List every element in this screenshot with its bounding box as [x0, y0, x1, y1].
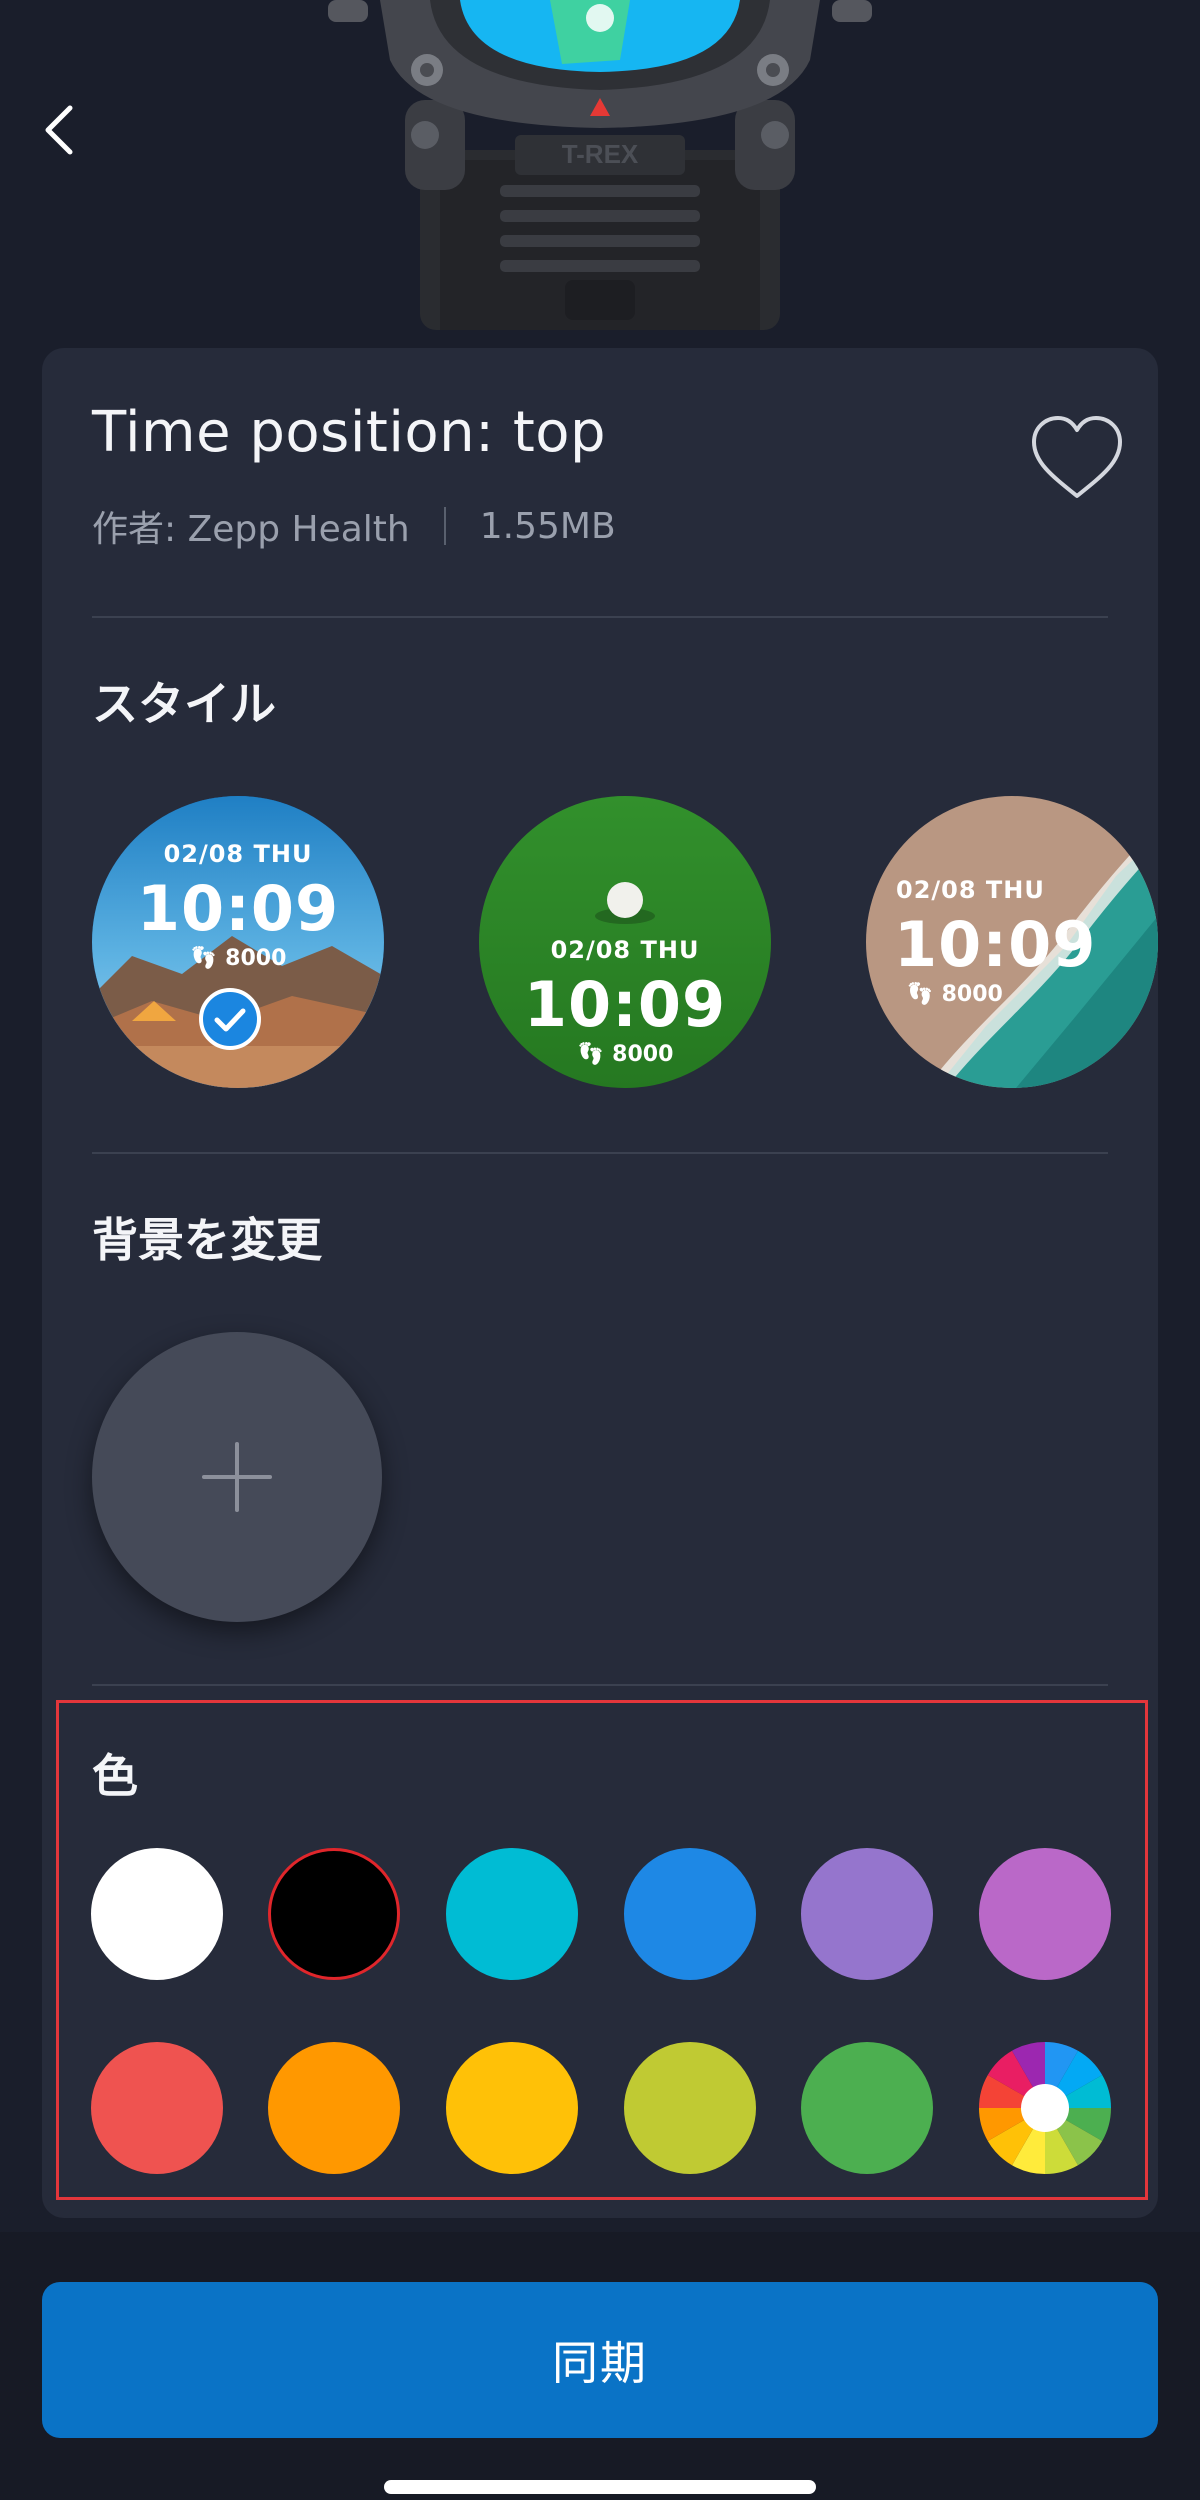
custom-color-button[interactable] [978, 2042, 1111, 2174]
color-wheel-icon [978, 2042, 1111, 2174]
color-swatch-white[interactable] [91, 1848, 223, 1980]
watch-brand-text: T-REX [562, 139, 639, 169]
check-icon [214, 1008, 246, 1032]
watchface-title: Time position: top [92, 400, 607, 465]
style-date: 02/08 THU [550, 936, 700, 964]
color-swatch-lime[interactable] [624, 2042, 756, 2174]
home-indicator [384, 2480, 816, 2494]
color-swatch-blue[interactable] [624, 1848, 756, 1980]
style-time: 10:09 [523, 968, 727, 1041]
sync-button[interactable]: 同期 [42, 2282, 1158, 2438]
divider [92, 1152, 1108, 1154]
heart-outline-icon [1032, 416, 1122, 498]
style-date: 02/08 THU [163, 840, 313, 868]
color-swatch-lavender[interactable] [801, 1848, 933, 1980]
color-swatch-yellow[interactable] [446, 2042, 578, 2174]
style-steps: 👣︎ 8000 [576, 1042, 674, 1067]
watchface-card: Time position: top 作者: Zepp Health 1.55M… [42, 348, 1158, 2218]
style-time: 10:09 [894, 908, 1097, 981]
file-size-label: 1.55MB [479, 505, 616, 547]
plus-icon [202, 1442, 272, 1512]
style-time: 10:09 [136, 872, 340, 945]
style-section-title: スタイル [92, 677, 276, 731]
color-swatch-orange[interactable] [268, 2042, 400, 2174]
watchface-detail-screen: T-REX Time position: top 作者: Zepp Health… [0, 0, 1200, 2500]
watch-image: T-REX [328, 0, 872, 330]
add-background-button[interactable] [92, 1332, 382, 1622]
author-label: 作者: Zepp Health [92, 509, 410, 550]
selected-check-badge [199, 988, 261, 1050]
color-swatch-purple[interactable] [979, 1848, 1111, 1980]
style-option-beach[interactable]: 02/08 THU 10:09 👣︎ 8000 [866, 796, 1158, 1088]
meta-separator [443, 507, 446, 545]
style-steps: 👣︎ 8000 [189, 946, 287, 971]
divider [92, 616, 1108, 618]
color-swatch-red[interactable] [91, 2042, 223, 2174]
style-steps: 👣︎ 8000 [906, 982, 1003, 1007]
color-swatch-cyan[interactable] [446, 1848, 578, 1980]
color-swatch-green[interactable] [801, 2042, 933, 2174]
watch-hero: T-REX [0, 0, 1200, 330]
background-section-title: 背景を変更 [92, 1213, 322, 1267]
style-option-grass[interactable]: 02/08 THU 10:09 👣︎ 8000 [479, 796, 771, 1088]
divider [92, 1684, 1108, 1686]
back-button[interactable] [30, 90, 90, 170]
watchface-meta: 作者: Zepp Health 1.55MB [92, 500, 616, 552]
color-swatch-black[interactable] [268, 1848, 400, 1980]
color-section-title: 色 [92, 1749, 138, 1803]
style-date: 02/08 THU [896, 876, 1045, 904]
favorite-button[interactable] [1022, 404, 1132, 514]
chevron-left-icon [45, 105, 73, 155]
